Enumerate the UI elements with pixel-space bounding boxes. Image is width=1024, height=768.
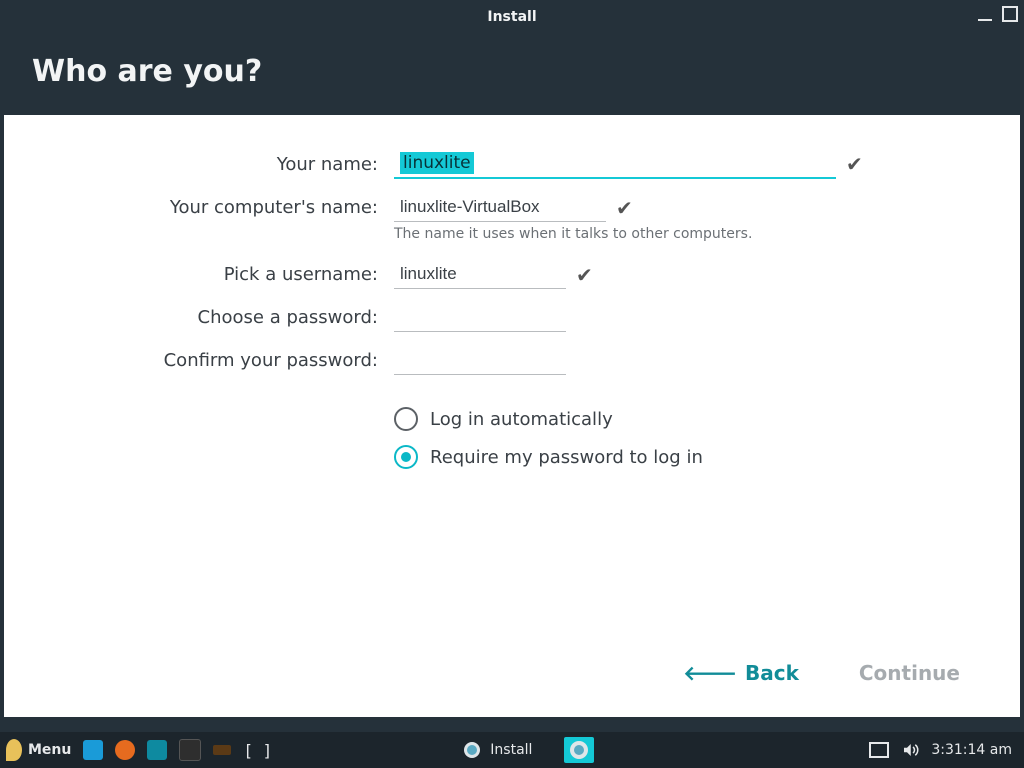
page-title: Who are you? bbox=[0, 34, 1024, 115]
installer-window: Install Who are you? Your name: linuxlit… bbox=[0, 0, 1024, 732]
maximize-button[interactable] bbox=[1002, 6, 1018, 22]
back-button[interactable]: 🡐 Back bbox=[683, 661, 799, 685]
clock[interactable]: 3:31:14 am bbox=[931, 742, 1012, 758]
radio-login-auto[interactable]: Log in automatically bbox=[394, 407, 970, 431]
show-desktop-button[interactable] bbox=[77, 732, 109, 768]
radio-auto-label: Log in automatically bbox=[430, 409, 613, 430]
minimize-button[interactable] bbox=[978, 7, 992, 21]
task-install-label: Install bbox=[490, 742, 532, 758]
name-label: Your name: bbox=[54, 154, 394, 175]
continue-label: Continue bbox=[859, 661, 960, 685]
hostname-label: Your computer's name: bbox=[54, 197, 394, 218]
confirm-input[interactable] bbox=[394, 346, 566, 375]
folder-icon bbox=[147, 740, 167, 760]
firefox-icon bbox=[115, 740, 135, 760]
app-button[interactable] bbox=[207, 732, 237, 768]
workspace-indicator[interactable]: [ ] bbox=[237, 732, 278, 768]
radio-require-label: Require my password to log in bbox=[430, 447, 703, 468]
task-install[interactable]: Install bbox=[448, 738, 546, 762]
back-label: Back bbox=[745, 661, 799, 685]
check-icon: ✔ bbox=[846, 152, 863, 176]
window-title: Install bbox=[487, 9, 536, 25]
installer-icon bbox=[570, 741, 588, 759]
task-active-thumb[interactable] bbox=[564, 737, 594, 763]
files-button[interactable] bbox=[141, 732, 173, 768]
firefox-button[interactable] bbox=[109, 732, 141, 768]
form-panel: Your name: linuxlite ✔ Your computer's n… bbox=[4, 115, 1020, 717]
username-label: Pick a username: bbox=[54, 264, 394, 285]
titlebar[interactable]: Install bbox=[0, 0, 1024, 34]
desktop-icon bbox=[83, 740, 103, 760]
check-icon: ✔ bbox=[576, 263, 593, 287]
terminal-icon bbox=[179, 739, 201, 761]
username-input[interactable] bbox=[394, 260, 566, 289]
feather-icon bbox=[6, 739, 22, 761]
installer-icon bbox=[462, 740, 482, 760]
password-input[interactable] bbox=[394, 303, 566, 332]
name-input[interactable]: linuxlite bbox=[394, 149, 836, 179]
menu-button[interactable]: Menu bbox=[0, 732, 77, 768]
name-input-value: linuxlite bbox=[400, 152, 474, 174]
taskbar: Menu [ ] Install 3:31:14 am bbox=[0, 732, 1024, 768]
check-icon: ✔ bbox=[616, 196, 633, 220]
password-label: Choose a password: bbox=[54, 307, 394, 328]
volume-icon[interactable] bbox=[901, 741, 919, 759]
terminal-button[interactable] bbox=[173, 732, 207, 768]
arrow-left-icon: 🡐 bbox=[683, 661, 737, 685]
menu-label: Menu bbox=[28, 742, 71, 758]
display-icon[interactable] bbox=[869, 742, 889, 758]
hostname-hint: The name it uses when it talks to other … bbox=[394, 226, 970, 242]
radio-on-icon bbox=[394, 445, 418, 469]
radio-off-icon bbox=[394, 407, 418, 431]
shoe-icon bbox=[213, 745, 231, 755]
continue-button: Continue bbox=[859, 661, 960, 685]
confirm-label: Confirm your password: bbox=[54, 350, 394, 371]
hostname-input[interactable] bbox=[394, 193, 606, 222]
radio-require-password[interactable]: Require my password to log in bbox=[394, 445, 970, 469]
